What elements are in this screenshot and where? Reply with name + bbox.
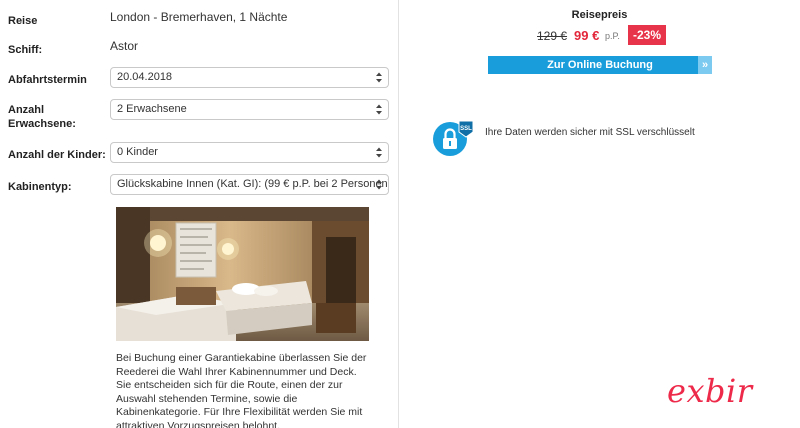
- old-price: 129 €: [537, 29, 568, 43]
- cabin-label: Kabinentyp:: [8, 181, 72, 193]
- children-select-value: 0 Kinder: [117, 146, 158, 158]
- adults-label: Anzahl Erwachsene:: [8, 103, 76, 131]
- ssl-message: Ihre Daten werden sicher mit SSL verschl…: [485, 127, 695, 138]
- departure-select-value: 20.04.2018: [117, 71, 173, 83]
- adults-select-value: 2 Erwachsene: [117, 103, 187, 115]
- cabin-select[interactable]: Glückskabine Innen (Kat. GI): (99 € p.P.…: [110, 174, 389, 195]
- children-label: Anzahl der Kinder:: [8, 149, 106, 161]
- departure-select[interactable]: 20.04.2018: [110, 67, 389, 88]
- children-select[interactable]: 0 Kinder: [110, 142, 389, 163]
- price-title: Reisepreis: [571, 9, 628, 21]
- cabin-description: Bei Buchung einer Garantiekabine überlas…: [116, 352, 367, 428]
- double-chevron-right-icon: »: [698, 56, 712, 74]
- per-person-label: p.P.: [605, 31, 620, 41]
- brand-logo: exbir: [667, 372, 753, 410]
- price-panel: Reisepreis 129 € 99 € p.P. -23% Zur Onli…: [399, 0, 800, 428]
- adults-label-line2: Erwachsene:: [8, 118, 76, 130]
- ship-label: Schiff:: [8, 44, 43, 56]
- new-price: 99 €: [574, 28, 600, 43]
- booking-form: Reise London - Bremerhaven, 1 Nächte Sch…: [0, 0, 398, 428]
- select-arrows-icon: [375, 178, 383, 191]
- select-arrows-icon: [375, 146, 383, 159]
- trip-value: London - Bremerhaven, 1 Nächte: [110, 10, 288, 24]
- trip-label: Reise: [8, 15, 38, 27]
- discount-badge: -23%: [628, 25, 666, 45]
- ship-value: Astor: [110, 39, 139, 53]
- select-arrows-icon: [375, 71, 383, 84]
- adults-label-line1: Anzahl: [8, 104, 45, 116]
- adults-select[interactable]: 2 Erwachsene: [110, 99, 389, 120]
- select-arrows-icon: [375, 103, 383, 116]
- ssl-badge-text: SSL: [460, 126, 472, 132]
- ssl-lock-icon: SSL: [432, 119, 476, 157]
- online-booking-label: Zur Online Buchung: [547, 59, 653, 71]
- departure-label: Abfahrtstermin: [8, 74, 87, 86]
- online-booking-button[interactable]: Zur Online Buchung »: [488, 56, 712, 74]
- cabin-photo: [116, 207, 369, 341]
- cabin-select-value: Glückskabine Innen (Kat. GI): (99 € p.P.…: [117, 178, 389, 190]
